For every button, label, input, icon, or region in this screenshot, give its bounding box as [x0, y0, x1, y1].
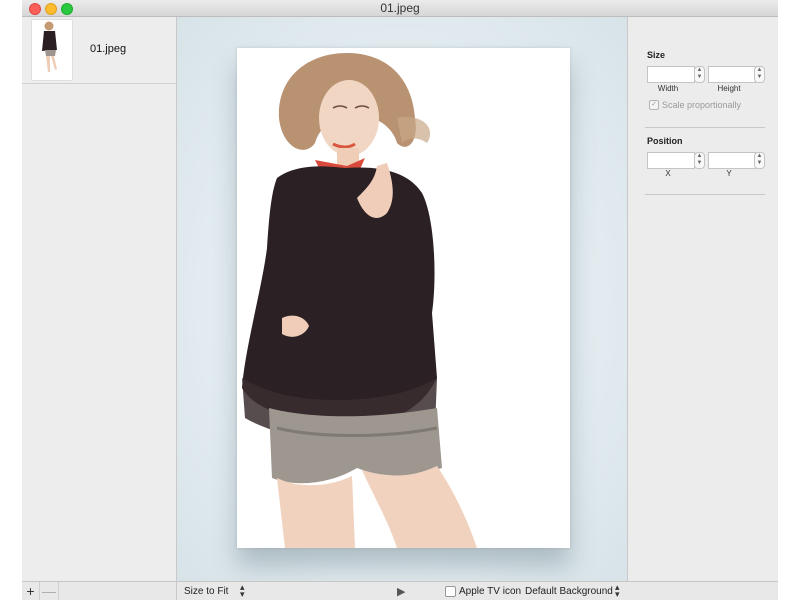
file-thumbnail	[32, 20, 72, 80]
scale-proportionally-label: Scale proportionally	[662, 100, 742, 110]
zoom-mode-chevron-icon[interactable]: ▴ ▾	[240, 583, 245, 599]
preview-canvas	[177, 17, 627, 581]
inspector-divider	[645, 194, 765, 195]
apple-tv-icon-label[interactable]: Apple TV icon	[459, 586, 521, 597]
portrait-photo	[237, 48, 570, 548]
app-window: 01.jpeg 01.jpeg Size ▲ ▼ ▲ ▼ Width Heigh…	[22, 0, 778, 600]
y-field[interactable]	[708, 152, 756, 169]
file-name: 01.jpeg	[90, 43, 127, 55]
remove-file-button[interactable]: —	[40, 582, 59, 600]
background-mode-select[interactable]: Default Background	[525, 586, 613, 597]
background-mode-chevron-icon[interactable]: ▴ ▾	[615, 583, 620, 599]
width-field[interactable]	[647, 66, 695, 83]
file-sidebar: 01.jpeg	[22, 17, 177, 581]
toolbar-divider	[176, 582, 177, 600]
play-icon[interactable]: ▶	[397, 585, 405, 598]
width-stepper[interactable]: ▲ ▼	[694, 66, 705, 83]
y-label: Y	[726, 169, 732, 178]
size-heading: Size	[647, 50, 666, 60]
title-bar[interactable]: 01.jpeg	[22, 0, 778, 17]
height-stepper[interactable]: ▲ ▼	[754, 66, 765, 83]
file-list-item[interactable]: 01.jpeg	[22, 17, 176, 84]
height-label: Height	[717, 84, 741, 93]
position-heading: Position	[647, 136, 683, 146]
x-label: X	[665, 169, 671, 178]
apple-tv-icon-checkbox[interactable]	[445, 586, 456, 597]
bottom-toolbar: + — Size to Fit ▴ ▾ ▶ Apple TV icon Defau…	[22, 581, 778, 600]
height-field[interactable]	[708, 66, 756, 83]
x-field[interactable]	[647, 152, 695, 169]
add-file-button[interactable]: +	[22, 582, 40, 600]
inspector-panel: Size ▲ ▼ ▲ ▼ Width Height ✓ Scale proporti…	[627, 17, 778, 581]
width-label: Width	[657, 84, 679, 93]
x-stepper[interactable]: ▲ ▼	[694, 152, 705, 169]
y-stepper[interactable]: ▲ ▼	[754, 152, 765, 169]
scale-proportionally-checkbox[interactable]: ✓	[649, 100, 659, 110]
window-title: 01.jpeg	[380, 1, 420, 15]
zoom-mode-select[interactable]: Size to Fit	[184, 586, 228, 597]
inspector-divider	[645, 127, 765, 128]
preview-image[interactable]	[237, 48, 570, 548]
